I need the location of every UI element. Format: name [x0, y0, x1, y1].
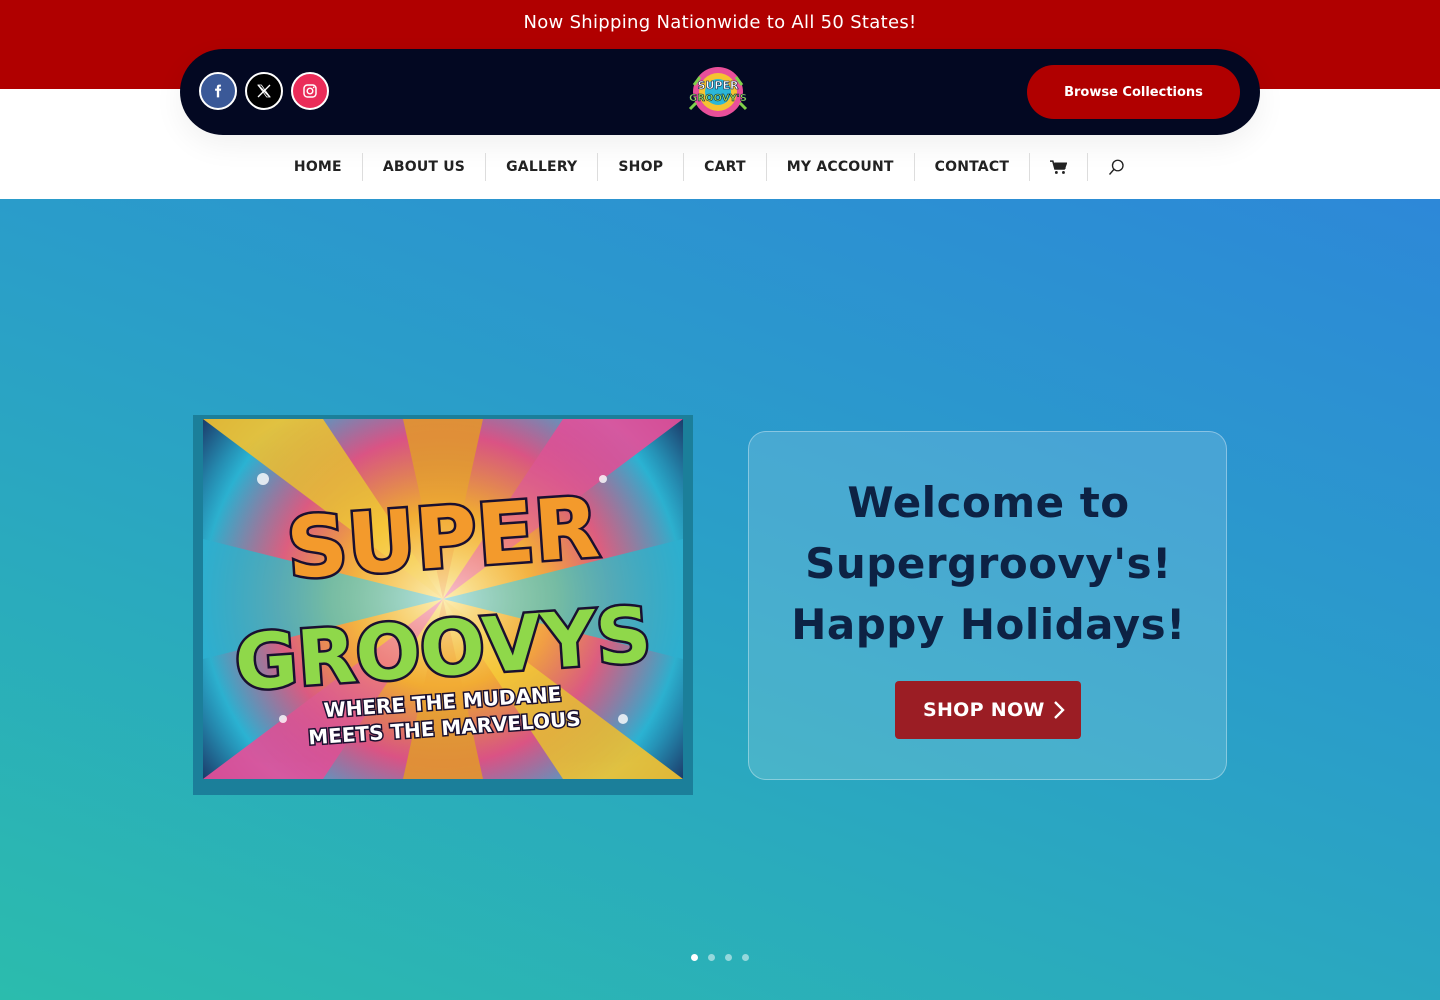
hero-image: SUPER GROOVYS WHERE THE MUDANE MEETS THE…: [203, 419, 683, 779]
nav-item-my-account[interactable]: MY ACCOUNT: [767, 153, 915, 181]
shop-now-button[interactable]: SHOP NOW: [895, 681, 1081, 739]
announcement-text: Now Shipping Nationwide to All 50 States…: [523, 12, 917, 33]
hero-card: Welcome to Supergroovy's! Happy Holidays…: [748, 431, 1227, 780]
main-nav: HOME ABOUT US GALLERY SHOP CART MY ACCOU…: [0, 135, 1440, 199]
shop-now-label: SHOP NOW: [923, 699, 1045, 721]
browse-collections-button[interactable]: Browse Collections: [1027, 65, 1240, 119]
svg-text:GROOVY'S: GROOVY'S: [689, 93, 747, 104]
hero-title-line3: Happy Holidays!: [791, 600, 1186, 649]
slider-dots: [0, 954, 1440, 961]
svg-text:SUPER: SUPER: [698, 79, 739, 92]
search-icon[interactable]: [1088, 153, 1146, 181]
slider-dot[interactable]: [708, 954, 715, 961]
slider-dot[interactable]: [742, 954, 749, 961]
facebook-icon[interactable]: [199, 72, 237, 110]
nav-item-cart[interactable]: CART: [684, 153, 767, 181]
nav-item-contact[interactable]: CONTACT: [915, 153, 1031, 181]
chevron-right-icon: [1053, 700, 1065, 725]
x-twitter-icon[interactable]: [245, 72, 283, 110]
hero-title-line1: Welcome to: [847, 478, 1130, 527]
instagram-icon[interactable]: [291, 72, 329, 110]
hero-image-frame: SUPER GROOVYS WHERE THE MUDANE MEETS THE…: [193, 415, 693, 795]
cart-icon[interactable]: [1030, 153, 1089, 181]
hero-title: Welcome to Supergroovy's! Happy Holidays…: [749, 472, 1228, 655]
nav-item-gallery[interactable]: GALLERY: [486, 153, 599, 181]
site-header: SUPER GROOVY'S Browse Collections: [180, 49, 1260, 135]
nav-item-about-us[interactable]: ABOUT US: [363, 153, 487, 181]
hero-title-line2: Supergroovy's!: [805, 539, 1172, 588]
slider-dot[interactable]: [691, 954, 698, 961]
hero-slider: SUPER GROOVYS WHERE THE MUDANE MEETS THE…: [0, 199, 1440, 1000]
nav-item-shop[interactable]: SHOP: [598, 153, 685, 181]
slider-dot[interactable]: [725, 954, 732, 961]
site-logo[interactable]: SUPER GROOVY'S: [686, 63, 750, 121]
nav-item-home[interactable]: HOME: [294, 153, 363, 181]
